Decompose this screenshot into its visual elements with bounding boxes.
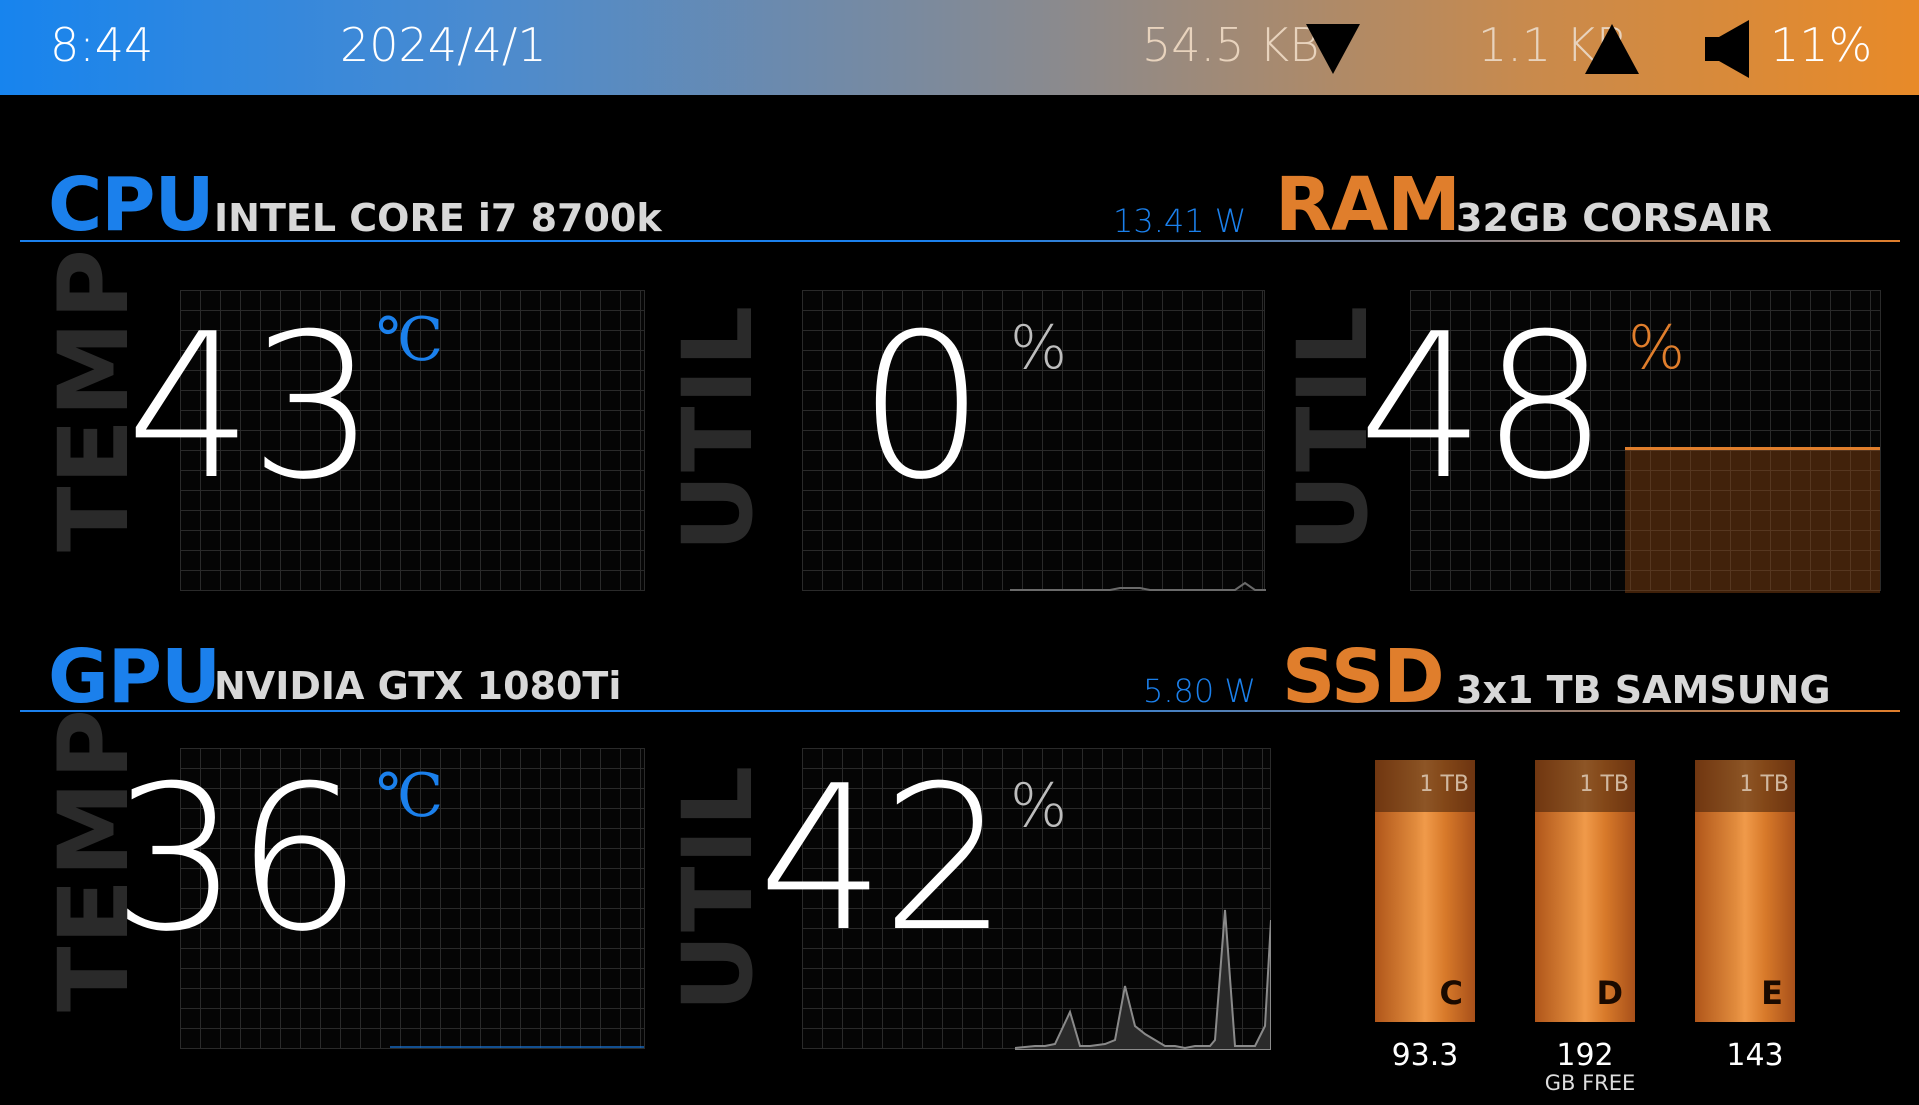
gpu-temp-value: 36 [112,743,362,976]
drive-letter: C [1439,974,1463,1012]
download-arrow-icon [1306,24,1360,74]
ram-util-value: 48 [1358,291,1608,524]
drive-d-free: 192 [1556,1038,1614,1073]
cpu-model: INTEL CORE i7 8700k [214,196,662,240]
ram-section-title: RAM [1275,162,1461,248]
gpu-util-value: 42 [758,743,1008,976]
cpu-util-value: 0 [858,291,985,524]
gpu-model: NVIDIA GTX 1080Ti [214,664,622,708]
drive-c-free: 93.3 [1391,1038,1459,1073]
drive-letter: D [1596,974,1623,1012]
drive-e-free: 143 [1726,1038,1784,1073]
ram-model: 32GB CORSAIR [1456,196,1772,240]
drive-c-bar[interactable]: 1 TB C [1375,760,1475,1022]
cpu-temp-unit: ℃ [376,305,444,375]
current-date: 2024/4/1 [340,18,547,72]
cpu-temp-value: 43 [126,291,376,524]
ram-util-unit: % [1628,313,1686,383]
ssd-section-title: SSD [1282,634,1445,720]
bottom-section-divider [20,710,1900,712]
drive-e-bar[interactable]: 1 TB E [1695,760,1795,1022]
clock-time: 8:44 [50,18,154,72]
cpu-util-unit: % [1010,313,1068,383]
top-section-divider [20,240,1900,242]
cpu-section-title: CPU [48,162,215,248]
gpu-util-spikes [1015,909,1271,1050]
ram-util-area-fill [1625,447,1880,593]
drive-capacity: 1 TB [1579,772,1629,797]
gb-free-label: GB FREE [1544,1071,1636,1095]
gpu-temp-unit: ℃ [376,761,444,831]
ssd-model: 3x1 TB SAMSUNG [1456,668,1831,712]
cpu-util-label: UTIL [662,303,774,552]
upload-arrow-icon [1585,24,1639,74]
speaker-icon[interactable] [1705,20,1751,78]
drive-capacity: 1 TB [1739,772,1789,797]
gpu-power-draw: 5.80 W [1143,672,1257,710]
network-download-rate: 54.5 KB [1142,18,1320,72]
drive-capacity: 1 TB [1419,772,1469,797]
gpu-temp-line [390,1046,644,1048]
cpu-power-draw: 13.41 W [1113,202,1247,240]
drive-letter: E [1761,974,1783,1012]
drive-d-bar[interactable]: 1 TB D [1535,760,1635,1022]
gpu-util-unit: % [1010,771,1068,841]
top-status-bar: 8:44 2024/4/1 54.5 KB 1.1 KB 11% [0,0,1919,95]
volume-level: 11% [1770,18,1873,72]
cpu-util-line [1010,581,1266,591]
gpu-section-title: GPU [48,634,221,720]
